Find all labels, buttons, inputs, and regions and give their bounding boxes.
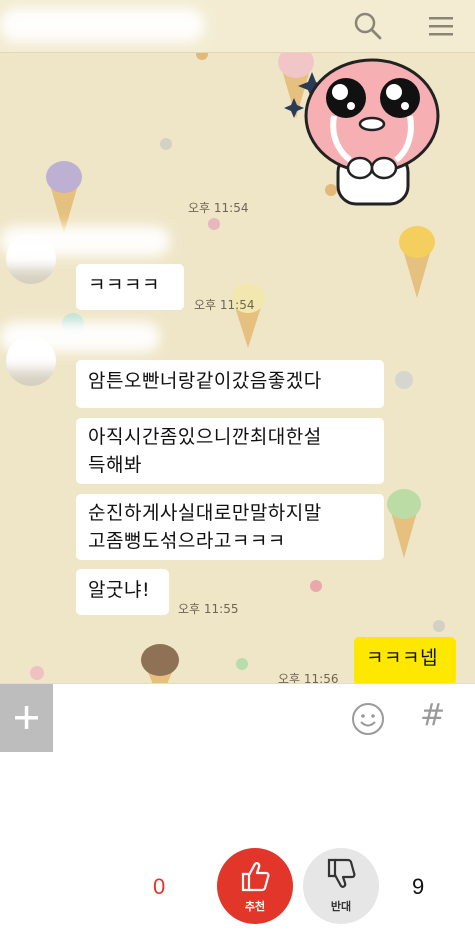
chat-area: 오후 11:54 ㅋㅋㅋㅋ 오후 11:54 암튼오빤너랑같이갔음좋겠다 아직시… bbox=[0, 0, 475, 683]
menu-icon bbox=[429, 17, 453, 36]
ice-cream-decoration bbox=[399, 226, 435, 298]
emoji-button[interactable] bbox=[350, 701, 386, 737]
plus-icon bbox=[15, 706, 38, 729]
redacted-sender-name bbox=[0, 226, 170, 256]
crying-peach-sticker[interactable] bbox=[282, 50, 442, 206]
wallpaper-dot bbox=[433, 620, 445, 632]
message-bubble[interactable]: 암튼오빤너랑같이갔음좋겠다 bbox=[76, 360, 384, 408]
thumbs-up-icon bbox=[241, 862, 270, 892]
wallpaper-dot bbox=[208, 218, 220, 230]
menu-button[interactable] bbox=[425, 10, 457, 42]
wallpaper-dot bbox=[310, 580, 322, 592]
downvote-button[interactable]: 반대 bbox=[303, 848, 379, 924]
upvote-count: 0 bbox=[153, 874, 166, 899]
message-bubble[interactable]: 아직시간좀있으니깐최대한설 득해봐 bbox=[76, 418, 384, 484]
my-message-timestamp: 오후 11:56 bbox=[278, 672, 339, 683]
wallpaper-dot bbox=[160, 138, 172, 150]
message-timestamp: 오후 11:55 bbox=[178, 602, 239, 616]
upvote-label: 추천 bbox=[244, 900, 266, 913]
search-button[interactable] bbox=[352, 10, 384, 42]
redacted-sender-name bbox=[0, 322, 160, 352]
message-text: ㅋㅋㅋ넵 bbox=[366, 647, 438, 669]
hash-icon[interactable]: # bbox=[420, 698, 445, 733]
message-text-line: 아직시간좀있으니깐최대한설 bbox=[88, 426, 322, 448]
message-input-bar: # bbox=[0, 683, 475, 752]
message-text-line: 득해봐 bbox=[88, 454, 142, 476]
chat-header bbox=[0, 0, 475, 53]
downvote-count: 9 bbox=[412, 874, 425, 899]
message-text: ㅋㅋㅋㅋ bbox=[88, 274, 160, 296]
redacted-chat-title bbox=[0, 8, 205, 42]
search-icon bbox=[354, 12, 382, 40]
my-message-bubble[interactable]: ㅋㅋㅋ넵 bbox=[354, 637, 456, 683]
message-bubble[interactable]: ㅋㅋㅋㅋ bbox=[76, 264, 184, 310]
ice-cream-decoration bbox=[231, 283, 265, 348]
wallpaper-dot bbox=[236, 658, 248, 670]
ice-cream-decoration bbox=[387, 489, 421, 558]
thumbs-down-icon bbox=[327, 858, 356, 888]
attach-button[interactable] bbox=[0, 684, 53, 752]
ice-cream-decoration bbox=[46, 161, 82, 233]
upvote-button[interactable]: 추천 bbox=[217, 848, 293, 924]
message-text-line: 고좀뻥도섞으라고ㅋㅋㅋ bbox=[88, 530, 286, 552]
message-text-line: 순진하게사실대로만말하지말 bbox=[88, 502, 322, 524]
message-bubble[interactable]: 순진하게사실대로만말하지말 고좀뻥도섞으라고ㅋㅋㅋ bbox=[76, 494, 384, 560]
sticker-timestamp: 오후 11:54 bbox=[188, 201, 249, 215]
emoji-icon bbox=[352, 703, 384, 735]
message-bubble[interactable]: 알굿냐! bbox=[76, 569, 169, 615]
ice-cream-decoration bbox=[141, 644, 179, 683]
message-text: 알굿냐! bbox=[88, 579, 151, 601]
message-text: 암튼오빤너랑같이갔음좋겠다 bbox=[88, 370, 322, 392]
wallpaper-dot bbox=[30, 666, 44, 680]
message-timestamp: 오후 11:54 bbox=[194, 298, 255, 312]
downvote-label: 반대 bbox=[330, 900, 352, 913]
wallpaper-dot bbox=[395, 371, 413, 389]
